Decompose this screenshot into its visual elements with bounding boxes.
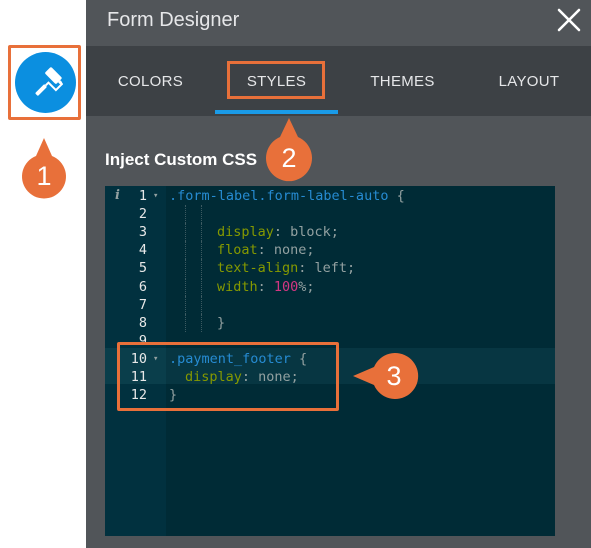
line-number: 6 bbox=[138, 278, 147, 295]
css-value: block; bbox=[290, 224, 339, 241]
indent-guide bbox=[185, 313, 186, 332]
indent-guide bbox=[201, 277, 202, 296]
indent-guide bbox=[185, 205, 186, 224]
callout-1-number: 1 bbox=[36, 161, 52, 191]
tab-layout-label: LAYOUT bbox=[498, 72, 560, 90]
css-number: 100 bbox=[273, 278, 299, 295]
tab-layout[interactable]: LAYOUT bbox=[467, 46, 591, 116]
tab-colors[interactable]: COLORS bbox=[86, 46, 215, 116]
highlight-box-form-designer bbox=[8, 45, 81, 120]
code-text: width: 100%; bbox=[217, 278, 315, 295]
code-line: 1 ▾ .form-label.form-label-auto { bbox=[105, 187, 555, 205]
active-tab-indicator bbox=[215, 110, 338, 114]
close-icon[interactable] bbox=[556, 7, 582, 33]
indent-guide bbox=[185, 295, 186, 314]
code-line: 3 display: block; bbox=[105, 223, 555, 242]
tab-themes[interactable]: THEMES bbox=[338, 46, 467, 116]
line-number: 3 bbox=[138, 224, 147, 241]
indent-guide bbox=[201, 259, 202, 278]
code-text: } bbox=[217, 314, 226, 331]
css-property: text-align bbox=[217, 260, 299, 277]
indent-guide bbox=[201, 205, 202, 224]
css-property: display bbox=[217, 224, 274, 241]
code-line: 5 text-align: left; bbox=[105, 259, 555, 278]
panel-title: Form Designer bbox=[107, 9, 240, 31]
css-value: left; bbox=[314, 260, 356, 277]
fold-arrow-icon[interactable]: ▾ bbox=[153, 187, 158, 205]
code-text: text-align: left; bbox=[217, 260, 356, 277]
line-number: 4 bbox=[138, 242, 147, 259]
css-selector: .form-label.form-label-auto bbox=[169, 188, 389, 204]
callout-3-number: 3 bbox=[386, 361, 402, 391]
indent-guide bbox=[185, 277, 186, 296]
indent-guide bbox=[201, 295, 202, 314]
callout-2-number: 2 bbox=[281, 143, 297, 173]
code-line: 4 float: none; bbox=[105, 241, 555, 260]
indent-guide bbox=[185, 241, 186, 260]
tab-colors-label: COLORS bbox=[117, 72, 184, 90]
line-number: 8 bbox=[138, 314, 147, 331]
callout-2: 2 bbox=[265, 118, 313, 182]
callout-3: 3 bbox=[353, 352, 419, 400]
form-designer-button[interactable] bbox=[15, 52, 76, 113]
tab-themes-label: THEMES bbox=[370, 72, 435, 90]
code-line: 6 width: 100%; bbox=[105, 277, 555, 296]
line-number: 1 bbox=[138, 188, 147, 204]
indent-guide bbox=[185, 223, 186, 242]
css-value: %; bbox=[298, 278, 315, 295]
line-number: 5 bbox=[138, 260, 147, 277]
code-line: 2 bbox=[105, 205, 555, 224]
indent-guide bbox=[201, 223, 202, 242]
indent-guide bbox=[201, 241, 202, 260]
css-value: none; bbox=[273, 242, 315, 259]
line-number: 2 bbox=[138, 206, 147, 223]
highlight-box-styles bbox=[227, 61, 325, 99]
highlight-box-code bbox=[117, 342, 339, 411]
form-designer-panel: Form Designer COLORS STYLES THEMES LAYOU… bbox=[86, 0, 591, 548]
callout-1: 1 bbox=[21, 138, 66, 200]
code-line: 7 bbox=[105, 295, 555, 314]
code-text: float: none; bbox=[217, 242, 315, 259]
indent-guide bbox=[185, 259, 186, 278]
section-title: Inject Custom CSS bbox=[105, 150, 258, 169]
css-property: float bbox=[217, 242, 258, 259]
code-line: 8} bbox=[105, 313, 555, 332]
panel-titlebar: Form Designer bbox=[86, 0, 591, 46]
css-property: width bbox=[217, 278, 258, 295]
left-toolbar bbox=[0, 0, 86, 548]
code-text: display: block; bbox=[217, 224, 339, 241]
indent-guide bbox=[201, 313, 202, 332]
tab-bar: COLORS STYLES THEMES LAYOUT bbox=[86, 46, 591, 116]
paint-roller-icon bbox=[34, 66, 63, 96]
code-text: .form-label.form-label-auto { bbox=[169, 188, 405, 204]
line-number: 7 bbox=[138, 296, 147, 313]
